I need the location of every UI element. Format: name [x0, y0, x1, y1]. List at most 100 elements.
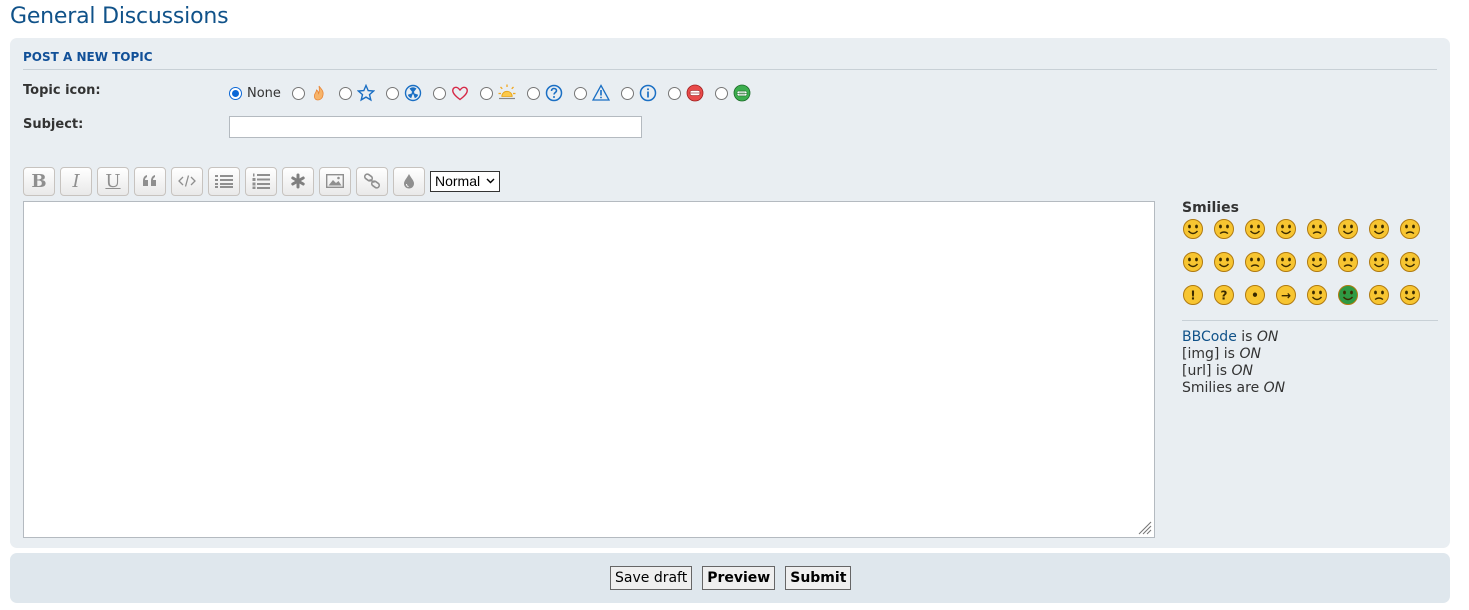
save-draft-button[interactable]: Save draft: [610, 566, 693, 590]
smiley-rolling-eyes[interactable]: [1399, 251, 1430, 277]
smiley-razz[interactable]: [1244, 251, 1275, 277]
smiley-geek[interactable]: [1368, 284, 1399, 310]
smilies-panel: Smilies !? • → BBCode is ON [img] is ON [u…: [1182, 200, 1438, 397]
list-numbered-icon: [252, 173, 270, 189]
svg-text:•: •: [1251, 289, 1259, 303]
link-icon: [363, 173, 381, 189]
img-status: [img] is ON: [1182, 346, 1438, 363]
smiley-evil[interactable]: [1337, 251, 1368, 277]
editor-toolbar: B I U Normal: [23, 166, 501, 196]
info-icon: [639, 84, 657, 102]
smiley-sad[interactable]: [1275, 218, 1306, 244]
code-button[interactable]: [171, 166, 203, 196]
image-icon: [326, 174, 344, 188]
font-size-select[interactable]: Normal: [430, 170, 501, 192]
subject-label: Subject:: [23, 117, 84, 132]
submit-button[interactable]: Submit: [785, 566, 852, 590]
smiley-smile[interactable]: [1213, 218, 1244, 244]
image-button[interactable]: [319, 166, 351, 196]
question-icon: [545, 84, 563, 102]
bbcode-is-text: is: [1241, 329, 1253, 345]
topic-icon-radio-info[interactable]: [620, 86, 634, 100]
underline-button[interactable]: U: [97, 166, 129, 196]
italic-button[interactable]: I: [60, 166, 92, 196]
fire-icon: [310, 84, 328, 102]
smiley-idea[interactable]: •: [1244, 284, 1275, 310]
smiley-question[interactable]: ?: [1213, 284, 1244, 310]
smiley-wink[interactable]: [1244, 218, 1275, 244]
svg-text:?: ?: [1221, 289, 1228, 303]
url-state: ON: [1231, 363, 1254, 379]
topic-icon-label: Topic icon:: [23, 83, 101, 98]
message-textarea[interactable]: [23, 201, 1155, 538]
smiley-neutral[interactable]: [1306, 284, 1337, 310]
bbcode-status: BBCode is ON: [1182, 329, 1438, 346]
italic-icon: I: [72, 170, 80, 192]
svg-text:!: !: [1190, 289, 1195, 303]
list-button[interactable]: [208, 166, 240, 196]
smiley-twisted-evil[interactable]: [1368, 251, 1399, 277]
svg-text:→: →: [1281, 289, 1291, 303]
img-label: [img] is: [1182, 346, 1235, 362]
preview-button[interactable]: Preview: [702, 566, 776, 590]
smiley-laughing[interactable]: [1182, 251, 1213, 277]
topic-icon-radio-none[interactable]: [229, 86, 242, 100]
topic-icon-radio-star[interactable]: [338, 86, 352, 100]
smiley-confused[interactable]: [1368, 218, 1399, 244]
smilies-state: ON: [1263, 380, 1286, 396]
smilies-title: Smilies: [1182, 200, 1239, 216]
quote-button[interactable]: [134, 166, 166, 196]
star-icon: [356, 84, 375, 102]
mrgreen-icon: [733, 84, 751, 102]
url-label: [url] is: [1182, 363, 1228, 379]
topic-icon-radio-sun[interactable]: [479, 86, 493, 100]
smiley-arrow[interactable]: →: [1275, 284, 1306, 310]
topic-icon-radio-warning[interactable]: [573, 86, 587, 100]
smiley-embarrassed[interactable]: [1275, 251, 1306, 277]
bbcode-state: ON: [1256, 329, 1279, 345]
smiley-mr-green[interactable]: [1337, 284, 1368, 310]
numbered-list-button[interactable]: [245, 166, 277, 196]
post-form-heading: POST A NEW TOPIC: [23, 50, 1437, 70]
smiley-exclamation[interactable]: !: [1182, 284, 1213, 310]
droplet-icon: [404, 174, 414, 189]
link-button[interactable]: [356, 166, 388, 196]
smiley-very-happy[interactable]: [1182, 218, 1213, 244]
heart-icon: [451, 84, 469, 102]
post-form-panel: POST A NEW TOPIC Topic icon: None Subjec…: [10, 38, 1450, 548]
bold-icon: B: [31, 170, 47, 192]
topic-icon-radio-question[interactable]: [526, 86, 540, 100]
topic-icon-options: None: [229, 82, 762, 104]
resize-grip-icon[interactable]: [1136, 519, 1152, 535]
underline-icon: U: [105, 170, 121, 192]
smiley-shocked[interactable]: [1337, 218, 1368, 244]
list-icon: [215, 175, 233, 188]
smiley-cool[interactable]: [1399, 218, 1430, 244]
bold-button[interactable]: B: [23, 166, 55, 196]
warning-icon: [591, 84, 610, 102]
topic-icon-none-label: None: [247, 85, 281, 101]
subject-input[interactable]: [229, 116, 642, 138]
img-state: ON: [1239, 346, 1261, 362]
url-status: [url] is ON: [1182, 363, 1438, 380]
smiley-surprised[interactable]: [1306, 218, 1337, 244]
topic-icon-radio-heart[interactable]: [432, 86, 446, 100]
topic-icon-radio-radioactive[interactable]: [385, 86, 399, 100]
radioactive-icon: [404, 84, 422, 102]
smilies-divider: [1182, 320, 1438, 321]
color-button[interactable]: [393, 166, 425, 196]
quote-icon: [143, 175, 156, 186]
smiley-mad[interactable]: [1213, 251, 1244, 277]
smiley-grid: !? • →: [1182, 218, 1438, 310]
mrgreen-red-icon: [686, 84, 704, 102]
smiley-uber-geek[interactable]: [1399, 284, 1430, 310]
topic-icon-radio-fire[interactable]: [291, 86, 305, 100]
list-item-button[interactable]: [282, 166, 314, 196]
submit-buttons-panel: Save draft Preview Submit: [10, 553, 1450, 603]
sun-icon: [498, 84, 516, 102]
topic-icon-radio-mrgreen-red[interactable]: [667, 86, 681, 100]
asterisk-icon: [291, 173, 305, 189]
smiley-crying[interactable]: [1306, 251, 1337, 277]
topic-icon-radio-mrgreen[interactable]: [714, 86, 728, 100]
bbcode-link[interactable]: BBCode: [1182, 329, 1237, 345]
